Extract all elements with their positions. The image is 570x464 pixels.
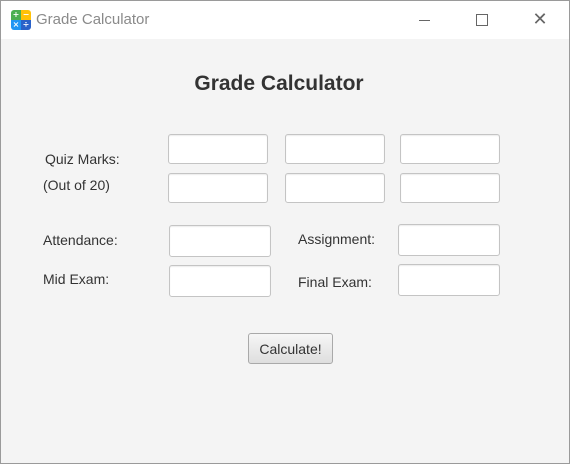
quiz-marks-label: Quiz Marks: bbox=[45, 151, 120, 167]
final-exam-input[interactable] bbox=[398, 264, 500, 296]
page-title: Grade Calculator bbox=[194, 72, 364, 95]
quiz-2-input[interactable] bbox=[285, 134, 385, 164]
maximize-button[interactable] bbox=[459, 1, 505, 39]
quiz-out-of-label: (Out of 20) bbox=[43, 177, 110, 193]
attendance-input[interactable] bbox=[169, 225, 271, 257]
attendance-label: Attendance: bbox=[43, 232, 118, 248]
quiz-5-input[interactable] bbox=[285, 173, 385, 203]
quiz-1-input[interactable] bbox=[168, 134, 268, 164]
mid-exam-input[interactable] bbox=[169, 265, 271, 297]
title-bar[interactable]: + − × ÷ Grade Calculator ✕ bbox=[1, 1, 569, 39]
calculate-button[interactable]: Calculate! bbox=[248, 333, 333, 364]
close-button[interactable]: ✕ bbox=[517, 1, 563, 39]
calculator-app-icon: + − × ÷ bbox=[11, 10, 31, 30]
assignment-input[interactable] bbox=[398, 224, 500, 256]
window-title: Grade Calculator bbox=[36, 11, 150, 28]
quiz-6-input[interactable] bbox=[400, 173, 500, 203]
quiz-3-input[interactable] bbox=[400, 134, 500, 164]
maximize-icon bbox=[476, 14, 488, 26]
close-icon: ✕ bbox=[532, 9, 548, 30]
mid-exam-label: Mid Exam: bbox=[43, 271, 110, 287]
assignment-label: Assignment: bbox=[298, 231, 376, 247]
minimize-button[interactable] bbox=[401, 1, 447, 39]
final-exam-label: Final Exam: bbox=[298, 274, 372, 290]
app-window: + − × ÷ Grade Calculator ✕ Grade Calcula… bbox=[0, 0, 570, 464]
minimize-icon bbox=[418, 19, 430, 21]
quiz-4-input[interactable] bbox=[168, 173, 268, 203]
